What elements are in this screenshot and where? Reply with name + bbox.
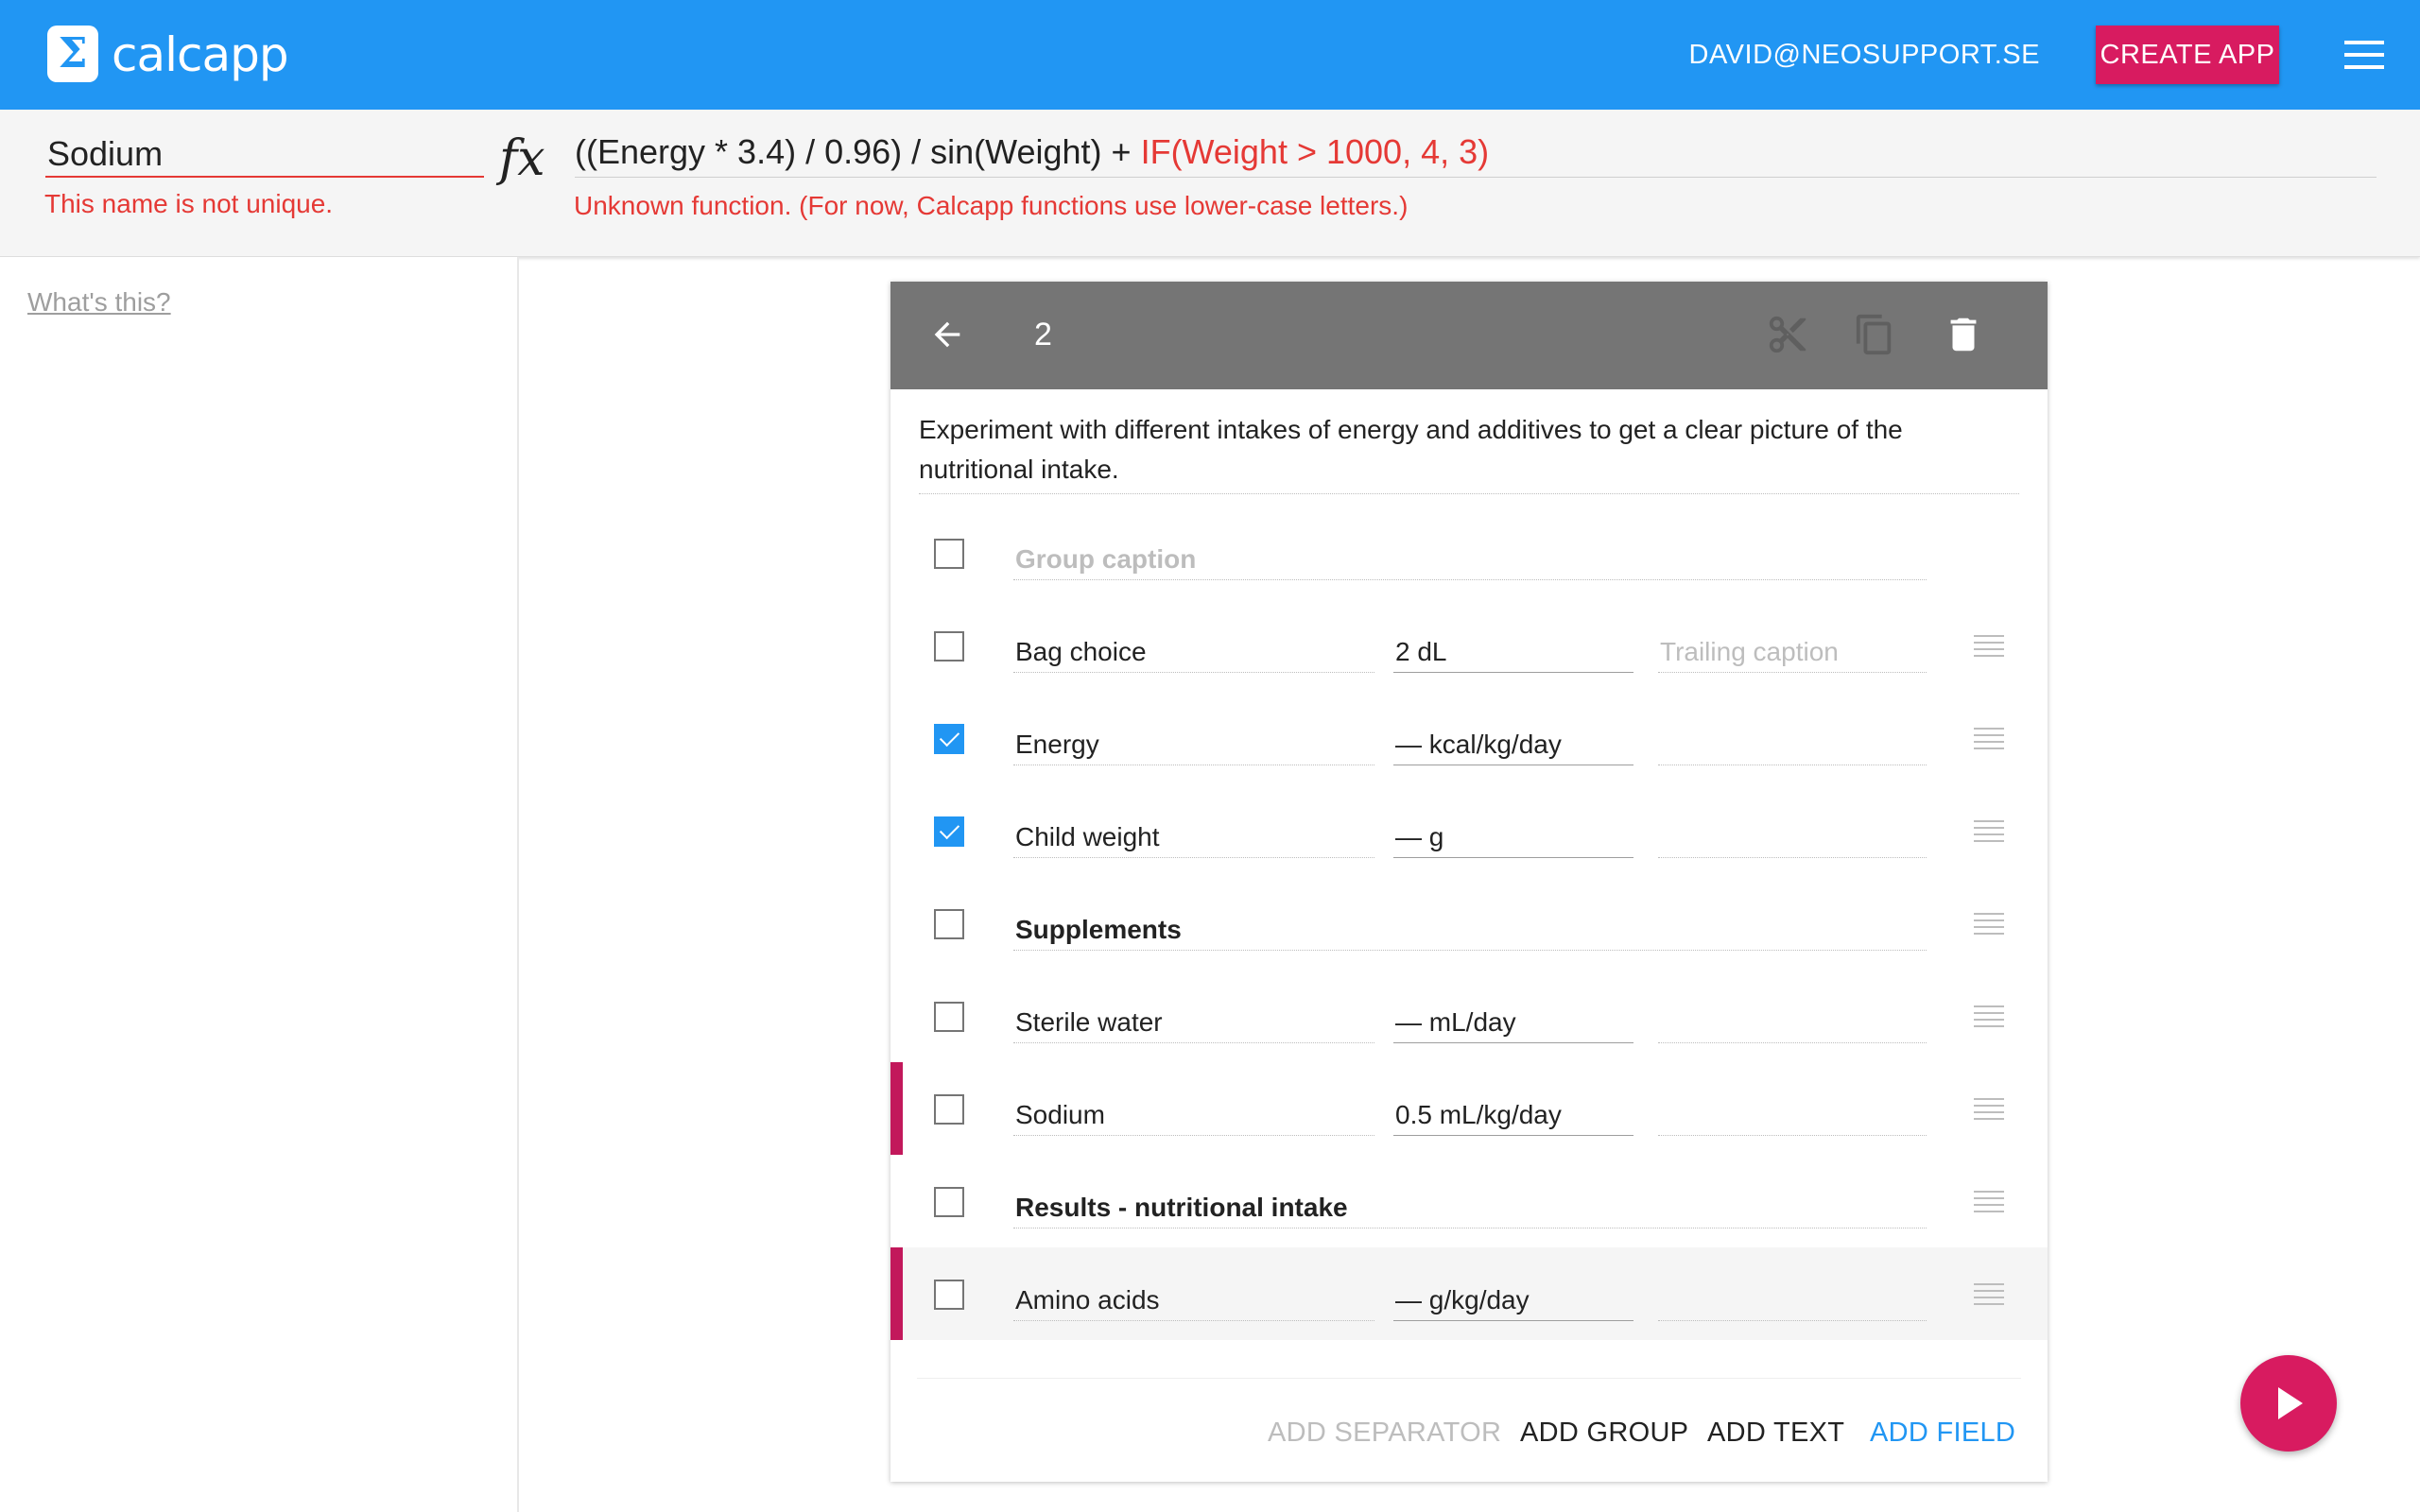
screen-number: 2 [1034,317,1052,352]
field-label[interactable]: Child weight [1013,820,1374,858]
group-row[interactable]: Supplements [890,877,2048,970]
field-label[interactable]: Bag choice [1013,635,1374,673]
field-value[interactable]: — g/kg/day [1393,1283,1634,1321]
trailing-caption[interactable] [1658,1005,1927,1043]
add-separator-button[interactable]: ADD SEPARATOR [1268,1404,1501,1461]
footer-divider [917,1378,2021,1379]
trash-icon[interactable] [1942,313,1985,356]
field-label[interactable]: Energy [1013,728,1374,765]
field-label[interactable]: Sodium [1013,1098,1374,1136]
whats-this-link[interactable]: What's this? [27,287,171,318]
screen-card-header: 2 [890,282,2048,389]
scissors-icon[interactable] [1766,313,1809,356]
trailing-caption[interactable]: Trailing caption [1658,635,1927,673]
group-caption[interactable]: Results - nutritional intake [1013,1191,1927,1228]
preview-fab-button[interactable] [2240,1355,2337,1452]
row-checkbox[interactable] [934,1187,964,1217]
left-panel: What's this? [0,257,519,1512]
field-row[interactable]: Amino acids — g/kg/day [890,1247,2048,1340]
field-value[interactable]: 0.5 mL/kg/day [1393,1098,1634,1136]
field-value[interactable]: — kcal/kg/day [1393,728,1634,765]
field-row[interactable]: Bag choice 2 dL Trailing caption [890,599,2048,692]
error-marker [890,1062,903,1155]
trailing-caption[interactable] [1658,728,1927,765]
calcapp-logo-icon[interactable]: Σ [47,26,98,82]
field-label[interactable]: Sterile water [1013,1005,1374,1043]
drag-handle-icon[interactable] [1974,1098,2004,1121]
name-error-message: This name is not unique. [44,189,334,218]
formula-bar: This name is not unique. fx ((Energy * 3… [0,110,2420,257]
row-checkbox[interactable] [934,1094,964,1125]
field-row[interactable]: Child weight — g [890,784,2048,877]
formula-error-message: Unknown function. (For now, Calcapp func… [574,191,1409,220]
formula-error-text: IF(Weight > 1000, 4, 3) [1140,132,1490,171]
menu-icon[interactable] [2344,41,2384,71]
drag-handle-icon[interactable] [1974,1191,2004,1213]
row-checkbox[interactable] [934,909,964,939]
arrow-left-icon[interactable] [928,316,966,353]
row-checkbox[interactable] [934,1280,964,1310]
formula-text: ((Energy * 3.4) / 0.96) / sin(Weight) + [575,132,1141,171]
add-field-button[interactable]: ADD FIELD [1870,1404,2015,1461]
field-row[interactable]: Energy — kcal/kg/day [890,692,2048,784]
group-caption[interactable]: Supplements [1013,913,1927,951]
row-checkbox[interactable] [934,539,964,569]
name-input[interactable] [45,132,484,178]
create-app-button[interactable]: CREATE APP [2096,26,2279,84]
field-value[interactable]: — g [1393,820,1634,858]
row-checkbox[interactable] [934,816,964,847]
add-text-button[interactable]: ADD TEXT [1707,1404,1844,1461]
row-checkbox[interactable] [934,631,964,662]
drag-handle-icon[interactable] [1974,820,2004,843]
field-row[interactable]: Sterile water — mL/day [890,970,2048,1062]
drag-handle-icon[interactable] [1974,1283,2004,1306]
user-email[interactable]: DAVID@NEOSUPPORT.SE [1689,36,2040,74]
field-label[interactable]: Amino acids [1013,1283,1374,1321]
row-checkbox[interactable] [934,1002,964,1032]
screen-description[interactable]: Experiment with different intakes of ene… [919,410,2019,494]
add-group-button[interactable]: ADD GROUP [1520,1404,1688,1461]
group-caption[interactable]: Group caption [1013,542,1927,580]
brand-name[interactable]: calcapp [112,25,289,85]
drag-handle-icon[interactable] [1974,635,2004,658]
drag-handle-icon[interactable] [1974,1005,2004,1028]
formula-input[interactable]: ((Energy * 3.4) / 0.96) / sin(Weight) + … [575,132,2377,178]
field-value[interactable]: — mL/day [1393,1005,1634,1043]
field-row[interactable]: Sodium 0.5 mL/kg/day [890,1062,2048,1155]
group-row[interactable]: Group caption [890,507,2048,599]
error-marker [890,1247,903,1340]
group-row[interactable]: Results - nutritional intake [890,1155,2048,1247]
row-checkbox[interactable] [934,724,964,754]
field-value[interactable]: 2 dL [1393,635,1634,673]
trailing-caption[interactable] [1658,820,1927,858]
screen-card: 2 Experiment with different intakes of e… [890,282,2048,1482]
trailing-caption[interactable] [1658,1098,1927,1136]
drag-handle-icon[interactable] [1974,728,2004,750]
trailing-caption[interactable] [1658,1283,1927,1321]
drag-handle-icon[interactable] [1974,913,2004,936]
play-icon [2278,1387,2303,1419]
fx-icon: fx [499,130,545,187]
card-actions: ADD SEPARATOR ADD GROUP ADD TEXT ADD FIE… [890,1404,2048,1461]
top-app-bar: Σ calcapp DAVID@NEOSUPPORT.SE CREATE APP [0,0,2420,110]
copy-icon[interactable] [1853,313,1896,356]
